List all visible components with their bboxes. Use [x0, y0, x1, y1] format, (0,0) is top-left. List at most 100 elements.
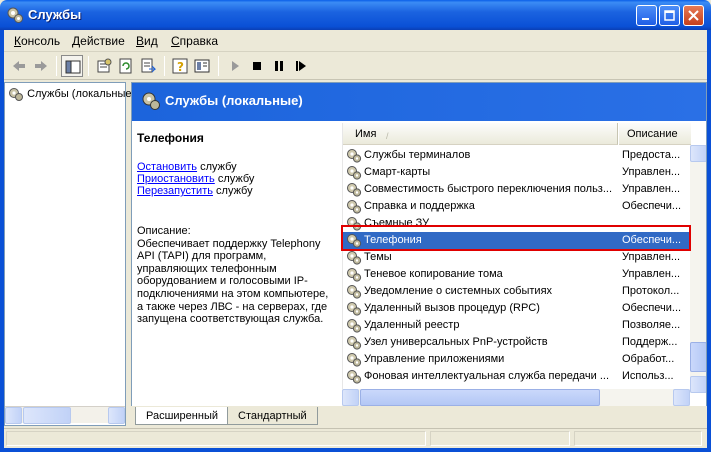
list-item[interactable]: Справка и поддержка Обеспечи...: [343, 198, 691, 215]
close-button[interactable]: [683, 5, 704, 26]
service-gear-icon: [346, 284, 362, 299]
list-item[interactable]: Удаленный вызов процедур (RPC) Обеспечи..…: [343, 300, 691, 317]
tab-standard[interactable]: Стандартный: [227, 407, 318, 425]
sort-arrow-icon: /: [386, 131, 389, 141]
status-cell: [574, 431, 702, 446]
service-gear-icon: [346, 335, 362, 350]
selection-highlight-annotation: [341, 225, 691, 251]
selected-service-title: Телефония: [137, 131, 204, 145]
service-description-cell: Поддерж...: [622, 336, 678, 348]
scroll-down-arrow-icon[interactable]: [690, 376, 706, 393]
pause-icon[interactable]: [268, 55, 290, 77]
list-vertical-scroll-thumb[interactable]: [690, 342, 706, 372]
service-gear-icon: [346, 148, 362, 163]
forward-icon[interactable]: [30, 55, 52, 77]
window-frame-bottom: [0, 448, 711, 452]
service-gear-icon: [346, 199, 362, 214]
list-item[interactable]: Узел универсальных PnP-устройств Поддерж.…: [343, 334, 691, 351]
pane-banner: Службы (локальные): [132, 83, 706, 121]
action-restart: Перезапустить службу: [137, 185, 253, 197]
list-item[interactable]: Совместимость быстрого переключения поль…: [343, 181, 691, 198]
restart-service-link[interactable]: Перезапустить: [137, 185, 213, 197]
tree-scroll-thumb[interactable]: [23, 407, 71, 424]
help-icon[interactable]: ?: [169, 55, 191, 77]
service-gear-icon: [346, 352, 362, 367]
menu-bar: Консоль Действие Вид Справка: [4, 30, 707, 52]
service-name: Теневое копирование тома: [364, 268, 503, 280]
export-list-icon[interactable]: [137, 55, 159, 77]
start-icon[interactable]: [224, 55, 246, 77]
view-tabs: Расширенный Стандартный: [131, 406, 707, 428]
services-gear-icon: [8, 87, 24, 101]
restart-icon[interactable]: [290, 55, 312, 77]
service-name: Фоновая интеллектуальная служба передачи…: [364, 370, 610, 382]
menu-view[interactable]: Вид: [136, 34, 158, 48]
service-name: Совместимость быстрого переключения поль…: [364, 183, 613, 195]
service-description-cell: Управлен...: [622, 251, 681, 263]
service-name: Службы терминалов: [364, 149, 471, 161]
list-horizontal-scrollbar[interactable]: [342, 389, 690, 406]
properties-icon[interactable]: [93, 55, 115, 77]
stop-icon[interactable]: [246, 55, 268, 77]
service-description-cell: Позволяе...: [622, 319, 681, 331]
list-item[interactable]: Теневое копирование тома Управлен...: [343, 266, 691, 283]
services-list[interactable]: Имя / Описание Службы терминалов Предоста…: [342, 123, 691, 393]
toolbar: ?: [4, 52, 707, 80]
service-gear-icon: [346, 267, 362, 282]
service-name: Темы: [364, 251, 392, 263]
service-gear-icon: [346, 369, 362, 384]
list-item[interactable]: Смарт-карты Управлен...: [343, 164, 691, 181]
scroll-left-arrow-icon[interactable]: [5, 407, 22, 424]
service-description-cell: Обеспечи...: [622, 200, 682, 212]
tab-extended[interactable]: Расширенный: [135, 407, 229, 425]
action-stop: Остановить службу: [137, 161, 237, 173]
list-item[interactable]: Службы терминалов Предоста...: [343, 147, 691, 164]
console-tree[interactable]: Службы (локальные: [4, 82, 132, 426]
menu-help[interactable]: Справка: [171, 34, 218, 48]
list-item[interactable]: Темы Управлен...: [343, 249, 691, 266]
window-title: Службы: [28, 7, 82, 22]
service-gear-icon: [346, 250, 362, 265]
list-item[interactable]: Фоновая интеллектуальная служба передачи…: [343, 368, 691, 385]
action-pause: Приостановить службу: [137, 173, 255, 185]
service-description-cell: Управлен...: [622, 183, 681, 195]
back-icon[interactable]: [8, 55, 30, 77]
service-name: Удаленный вызов процедур (RPC): [364, 302, 540, 314]
service-description-cell: Обеспечи...: [622, 302, 682, 314]
maximize-button[interactable]: [659, 5, 680, 26]
pause-service-link[interactable]: Приостановить: [137, 173, 215, 185]
service-name: Управление приложениями: [364, 353, 505, 365]
view-icon[interactable]: [191, 55, 213, 77]
list-item[interactable]: Уведомление о системных событиях Протокол…: [343, 283, 691, 300]
tree-node-services[interactable]: Службы (локальные: [8, 87, 132, 101]
column-header-description[interactable]: Описание: [619, 123, 691, 145]
scroll-up-arrow-icon[interactable]: [690, 145, 706, 162]
service-description-cell: Управлен...: [622, 268, 681, 280]
menu-action[interactable]: Действие: [72, 34, 125, 48]
list-horizontal-scroll-thumb[interactable]: [360, 389, 600, 406]
scroll-right-arrow-icon[interactable]: [673, 389, 690, 406]
status-cell: [6, 431, 426, 446]
list-item[interactable]: Удаленный реестр Позволяе...: [343, 317, 691, 334]
service-description-cell: Обработ...: [622, 353, 675, 365]
menu-console[interactable]: Консоль: [14, 34, 60, 48]
service-name: Смарт-карты: [364, 166, 431, 178]
stop-service-link[interactable]: Остановить: [137, 161, 197, 173]
column-header-name[interactable]: Имя /: [343, 123, 618, 145]
service-name: Справка и поддержка: [364, 200, 475, 212]
show-hide-tree-icon[interactable]: [61, 55, 83, 77]
scroll-left-arrow-icon[interactable]: [342, 389, 359, 406]
refresh-icon[interactable]: [115, 55, 137, 77]
service-name: Удаленный реестр: [364, 319, 460, 331]
list-vertical-scrollbar[interactable]: [690, 145, 706, 393]
service-description-cell: Управлен...: [622, 166, 681, 178]
tree-horizontal-scrollbar[interactable]: [5, 406, 125, 424]
scroll-right-arrow-icon[interactable]: [108, 407, 125, 424]
title-bar[interactable]: Службы: [0, 0, 711, 30]
service-name: Узел универсальных PnP-устройств: [364, 336, 548, 348]
minimize-button[interactable]: [636, 5, 657, 26]
details-pane: Службы (локальные) Телефония Остановить …: [131, 82, 707, 426]
service-description-cell: Протокол...: [622, 285, 680, 297]
service-gear-icon: [346, 165, 362, 180]
list-item[interactable]: Управление приложениями Обработ...: [343, 351, 691, 368]
